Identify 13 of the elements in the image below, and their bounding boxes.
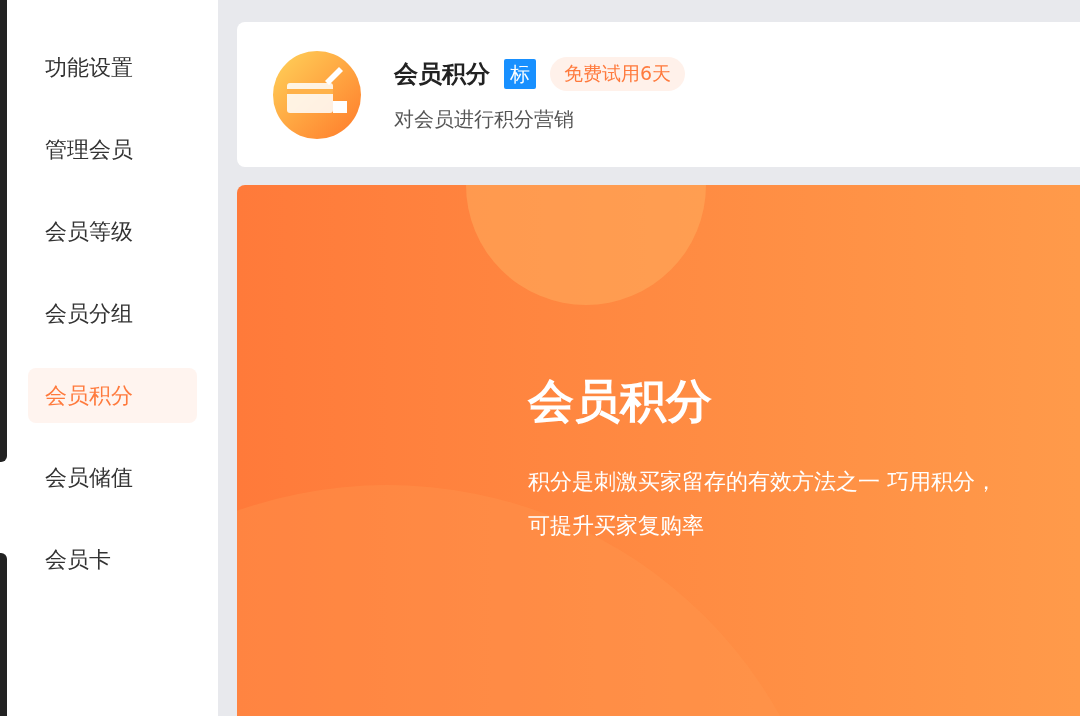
sidebar-item[interactable]: 会员等级 [28, 204, 197, 259]
sidebar-item[interactable]: 管理会员 [28, 122, 197, 177]
sidebar-item[interactable]: 会员卡 [28, 532, 197, 587]
sidebar-item[interactable]: 功能设置 [28, 40, 197, 95]
plugin-description: 对会员进行积分营销 [394, 105, 575, 133]
banner-description: 积分是刺激买家留存的有效方法之一 巧用积分，可提升买家复购率 [528, 468, 998, 540]
trial-badge: 免费试用6天 [550, 56, 686, 91]
sidebar-item[interactable]: 会员分组 [28, 286, 197, 341]
sidebar-item[interactable]: 会员储值 [28, 450, 197, 505]
banner-title: 会员积分 [528, 373, 713, 430]
plugin-title: 会员积分 [394, 58, 490, 90]
vip-card-icon [273, 50, 361, 139]
standard-tag: 标 [504, 58, 536, 89]
